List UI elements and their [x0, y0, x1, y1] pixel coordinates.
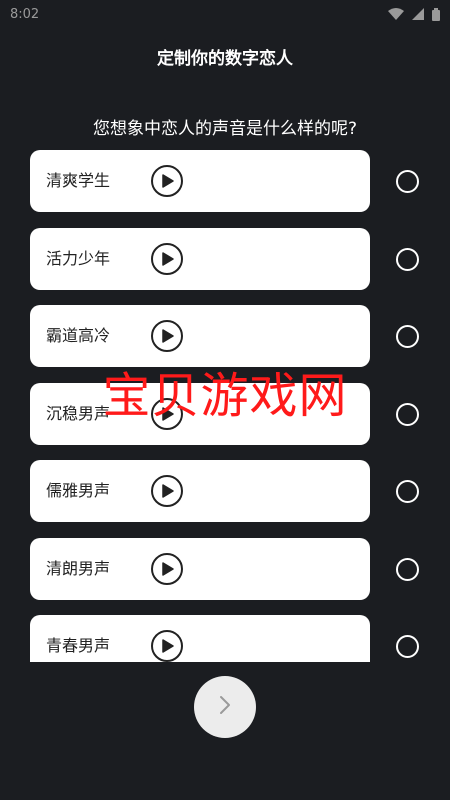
play-button[interactable] [151, 165, 183, 197]
voice-option-card[interactable]: 活力少年 [30, 227, 370, 290]
voice-option-row: 儒雅男声 [0, 460, 450, 522]
voice-option-card[interactable]: 青春男声 [30, 615, 370, 662]
play-button[interactable] [151, 475, 183, 507]
voice-option-card[interactable]: 清朗男声 [30, 537, 370, 600]
voice-option-label: 霸道高冷 [46, 326, 111, 345]
play-icon [162, 639, 174, 653]
battery-icon [432, 7, 440, 21]
voice-option-row: 活力少年 [0, 227, 450, 290]
voice-option-row: 霸道高冷 [0, 305, 450, 367]
voice-radio-button[interactable] [396, 247, 419, 271]
voice-option-card[interactable]: 清爽学生 [30, 150, 370, 212]
page-title: 定制你的数字恋人 [157, 49, 293, 69]
voice-option-list: 清爽学生活力少年霸道高冷沉稳男声儒雅男声清朗男声青春男声 [0, 150, 450, 662]
voice-option-row: 沉稳男声 [0, 382, 450, 445]
voice-radio-button[interactable] [396, 325, 419, 348]
voice-radio-button[interactable] [396, 557, 419, 581]
signal-icon [412, 8, 424, 20]
voice-option-label: 清朗男声 [46, 558, 111, 578]
voice-radio-button[interactable] [396, 170, 419, 193]
voice-option-row: 青春男声 [0, 615, 450, 662]
next-button[interactable] [194, 676, 256, 738]
voice-option-row: 清爽学生 [0, 150, 450, 212]
voice-option-card[interactable]: 儒雅男声 [30, 460, 370, 522]
status-bar: 8:02 [0, 0, 450, 28]
voice-option-label: 沉稳男声 [46, 403, 111, 423]
chevron-right-icon [218, 694, 232, 720]
play-icon [162, 174, 174, 188]
play-button[interactable] [151, 630, 183, 662]
status-time: 8:02 [10, 6, 40, 22]
play-icon [162, 251, 174, 266]
voice-radio-button[interactable] [396, 480, 419, 503]
voice-radio-button[interactable] [396, 635, 419, 658]
question-text: 您想象中恋人的声音是什么样的呢? [92, 119, 358, 139]
voice-option-label: 青春男声 [46, 636, 111, 655]
voice-option-card[interactable]: 霸道高冷 [30, 305, 370, 367]
voice-option-label: 清爽学生 [46, 171, 111, 190]
play-icon [162, 484, 174, 498]
play-button[interactable] [151, 242, 183, 275]
voice-option-label: 活力少年 [46, 248, 111, 268]
voice-option-card[interactable]: 沉稳男声 [30, 382, 370, 445]
play-button[interactable] [151, 320, 183, 352]
voice-option-label: 儒雅男声 [46, 481, 111, 500]
play-icon [162, 561, 174, 576]
play-icon [162, 329, 174, 343]
status-icons [388, 7, 440, 21]
wifi-icon [388, 8, 404, 20]
play-icon [162, 406, 174, 421]
play-button[interactable] [151, 397, 183, 430]
voice-option-row: 清朗男声 [0, 537, 450, 600]
play-button[interactable] [151, 552, 183, 585]
voice-radio-button[interactable] [396, 402, 419, 426]
